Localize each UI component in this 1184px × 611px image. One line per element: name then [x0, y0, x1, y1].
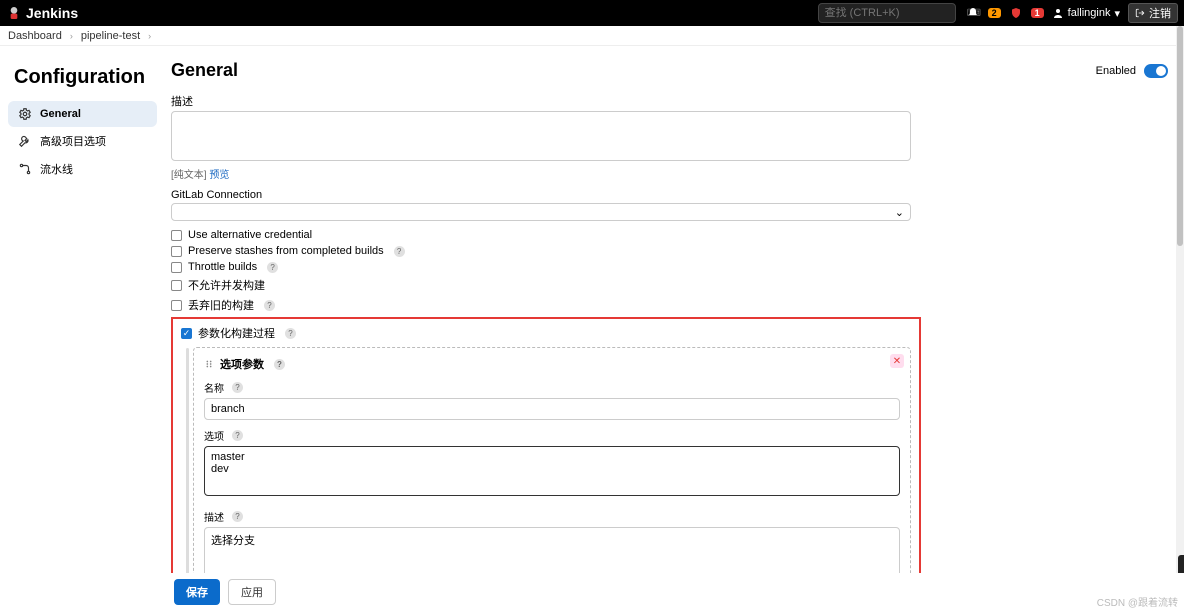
- logout-label: 注销: [1149, 5, 1171, 21]
- param-name-input[interactable]: [204, 398, 900, 420]
- help-icon[interactable]: ?: [232, 382, 243, 393]
- check-no-concurrent[interactable]: 不允许并发构建: [171, 277, 1168, 293]
- check-preserve-stashes[interactable]: Preserve stashes from completed builds?: [171, 245, 1168, 257]
- sidebar-item-label: 流水线: [40, 161, 73, 177]
- description-label: 描述: [171, 93, 1168, 109]
- sidebar-item-pipeline[interactable]: 流水线: [8, 155, 157, 183]
- breadcrumb: Dashboard › pipeline-test ›: [0, 26, 1184, 46]
- help-icon[interactable]: ?: [274, 359, 285, 370]
- help-icon[interactable]: ?: [232, 430, 243, 441]
- check-discard-old[interactable]: 丢弃旧的构建?: [171, 297, 1168, 313]
- pipeline-icon: [18, 162, 32, 176]
- page-title: Configuration: [14, 66, 151, 89]
- scrollbar-thumb[interactable]: [1177, 26, 1183, 246]
- parameterized-section: ✓ 参数化构建过程 ? ✕ 选项参数 ? 名称? 选项? 描述?: [171, 317, 921, 591]
- breadcrumb-item[interactable]: pipeline-test: [81, 30, 140, 42]
- param-desc-label: 描述: [204, 509, 224, 524]
- preview-link[interactable]: 预览: [209, 170, 229, 181]
- brand-text: Jenkins: [26, 5, 78, 21]
- param-desc-textarea[interactable]: [204, 527, 900, 577]
- help-icon[interactable]: ?: [394, 246, 405, 257]
- delete-button[interactable]: ✕: [890, 354, 904, 368]
- parameter-card: ✕ 选项参数 ? 名称? 选项? 描述? [纯文本] 预览: [193, 347, 911, 591]
- sidebar-item-general[interactable]: General: [8, 101, 157, 127]
- chevron-right-icon: ›: [148, 31, 151, 41]
- check-parameterized[interactable]: ✓ 参数化构建过程 ?: [181, 325, 911, 341]
- param-name-label: 名称: [204, 380, 224, 395]
- sidebar: Configuration General 高级项目选项 流水线: [0, 46, 165, 591]
- help-icon[interactable]: ?: [232, 511, 243, 522]
- plain-text-label: [纯文本]: [171, 170, 207, 181]
- apply-button[interactable]: 应用: [228, 579, 276, 605]
- save-button[interactable]: 保存: [174, 579, 220, 605]
- watermark: CSDN @跟着流转: [1097, 594, 1178, 609]
- logout-button[interactable]: 注销: [1128, 3, 1178, 23]
- wrench-icon: [18, 134, 32, 148]
- bell-icon[interactable]: [966, 6, 980, 20]
- user-menu[interactable]: fallingink ▾: [1052, 7, 1120, 20]
- check-alt-credential[interactable]: Use alternative credential: [171, 229, 1168, 241]
- description-textarea[interactable]: [171, 111, 911, 161]
- user-icon: [1052, 7, 1064, 19]
- notify-badge[interactable]: 2: [988, 8, 1001, 18]
- footer-actions: 保存 应用: [0, 573, 1184, 611]
- gear-icon: [18, 107, 32, 121]
- search-input[interactable]: [825, 7, 967, 19]
- sidebar-item-advanced[interactable]: 高级项目选项: [8, 127, 157, 155]
- drag-icon[interactable]: [204, 359, 214, 369]
- gitlab-label: GitLab Connection: [171, 189, 1168, 201]
- jenkins-icon: [6, 5, 22, 21]
- enabled-label: Enabled: [1096, 65, 1136, 77]
- help-icon[interactable]: ?: [264, 300, 275, 311]
- username: fallingink: [1068, 7, 1111, 19]
- chevron-right-icon: ›: [70, 31, 73, 41]
- search-box[interactable]: ⌨: [818, 3, 956, 23]
- param-choices-textarea[interactable]: [204, 446, 900, 496]
- top-header: Jenkins ⌨ 2 1 fallingink ▾ 注销: [0, 0, 1184, 26]
- gitlab-select[interactable]: ⌄: [171, 203, 911, 221]
- logout-icon: [1135, 8, 1145, 18]
- help-icon[interactable]: ?: [285, 328, 296, 339]
- close-icon: ✕: [893, 356, 901, 367]
- param-choices-label: 选项: [204, 428, 224, 443]
- enabled-toggle[interactable]: [1144, 64, 1168, 78]
- chevron-down-icon: ▾: [1114, 7, 1120, 20]
- help-icon[interactable]: ?: [267, 262, 278, 273]
- breadcrumb-item[interactable]: Dashboard: [8, 30, 62, 42]
- sidebar-item-label: 高级项目选项: [40, 133, 106, 149]
- main-content: General Enabled 描述 [纯文本] 预览 GitLab Conne…: [165, 46, 1184, 591]
- sidebar-item-label: General: [40, 108, 81, 120]
- check-throttle[interactable]: Throttle builds?: [171, 261, 1168, 273]
- section-heading: General: [171, 60, 238, 81]
- alert-badge[interactable]: 1: [1031, 8, 1044, 18]
- shield-icon[interactable]: [1009, 6, 1023, 20]
- param-type-label: 选项参数: [220, 356, 264, 372]
- logo[interactable]: Jenkins: [6, 5, 78, 21]
- chevron-down-icon: ⌄: [895, 206, 904, 219]
